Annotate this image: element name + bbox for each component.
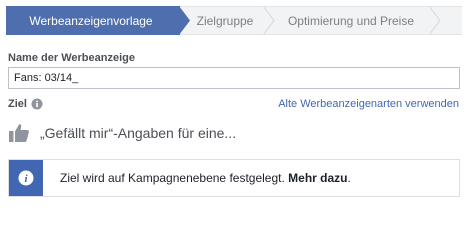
- old-ad-types-link[interactable]: Alte Werbeanzeigenarten verwenden: [278, 98, 459, 110]
- objective-notice: i Ziel wird auf Kampagnenebene festgeleg…: [8, 159, 460, 197]
- info-icon[interactable]: [31, 98, 43, 110]
- step-arrow-icon: [429, 6, 441, 35]
- step-zielgruppe[interactable]: Zielgruppe: [180, 6, 275, 35]
- notice-icon-box: i: [9, 160, 43, 196]
- objective-text: „Gefällt mir“-Angaben für eine...: [40, 125, 237, 141]
- ad-name-input[interactable]: Fans: 03/14_: [8, 67, 460, 89]
- step-werbeanzeigenvorlage[interactable]: Werbeanzeigenvorlage: [6, 6, 190, 35]
- step-label: Zielgruppe: [196, 13, 254, 28]
- ad-name-label: Name der Werbeanzeige: [8, 52, 135, 64]
- step-arrow-icon: [179, 6, 190, 35]
- objective-label-row: Ziel: [8, 98, 43, 110]
- ad-name-value: Fans: 03/14_: [14, 72, 79, 84]
- notice-message: Ziel wird auf Kampagnenebene festgelegt.: [60, 171, 289, 185]
- step-label: Werbeanzeigenvorlage: [29, 13, 153, 28]
- info-icon: i: [18, 170, 34, 186]
- step-optimierung-und-preise[interactable]: Optimierung und Preise: [264, 6, 441, 35]
- objective-selection[interactable]: „Gefällt mir“-Angaben für eine...: [8, 122, 236, 144]
- notice-suffix: .: [347, 171, 351, 185]
- step-label: Optimierung und Preise: [287, 13, 415, 28]
- progress-steps: Werbeanzeigenvorlage Zielgruppe Optimier…: [6, 6, 462, 35]
- more-info-link[interactable]: Mehr dazu: [288, 171, 347, 185]
- objective-label: Ziel: [8, 98, 27, 110]
- thumbs-up-icon: [9, 124, 29, 142]
- notice-text: Ziel wird auf Kampagnenebene festgelegt.…: [60, 171, 351, 185]
- step-arrow-icon: [263, 6, 275, 35]
